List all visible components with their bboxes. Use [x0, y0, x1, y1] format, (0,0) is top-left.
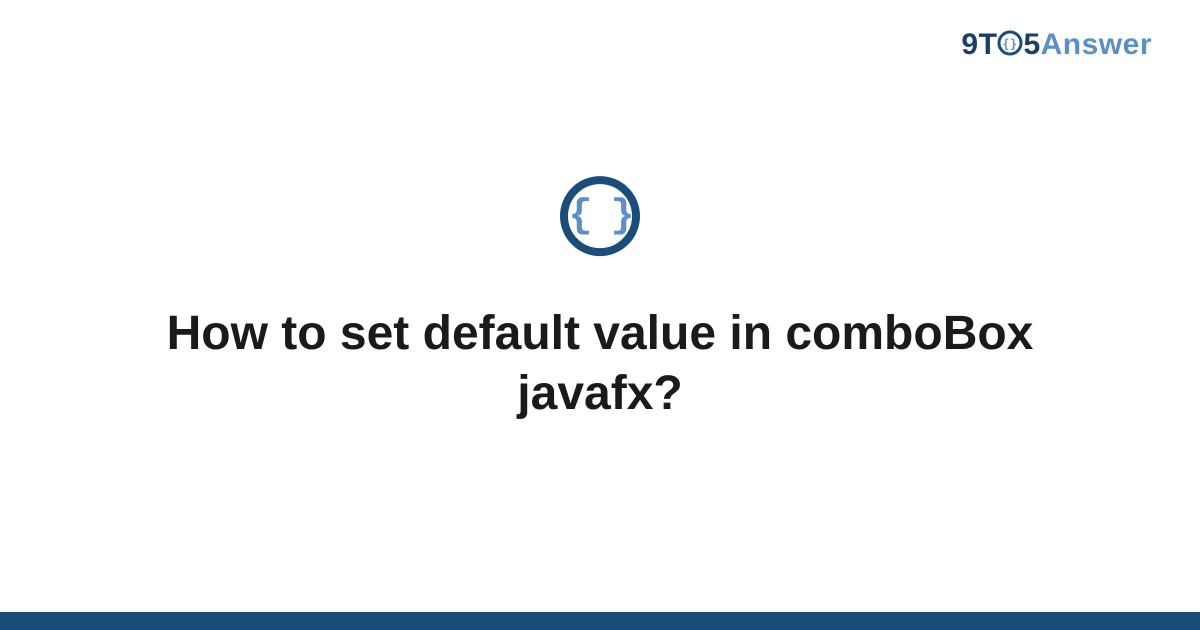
logo-text-1: 9T — [961, 28, 997, 61]
logo-text-3: Answer — [1041, 28, 1152, 61]
braces-icon: { } — [560, 176, 640, 256]
category-icon-wrapper: { } — [560, 176, 640, 256]
logo-o-icon: {} — [997, 30, 1023, 56]
site-logo: 9T {} 5Answer — [961, 28, 1152, 62]
main-content: { } How to set default value in comboBox… — [0, 176, 1200, 424]
braces-glyph: { } — [568, 194, 631, 239]
bottom-accent-bar — [0, 612, 1200, 630]
logo-text-2: 5 — [1023, 28, 1040, 61]
svg-text:{}: {} — [1003, 37, 1018, 51]
question-title: How to set default value in comboBox jav… — [0, 304, 1200, 424]
